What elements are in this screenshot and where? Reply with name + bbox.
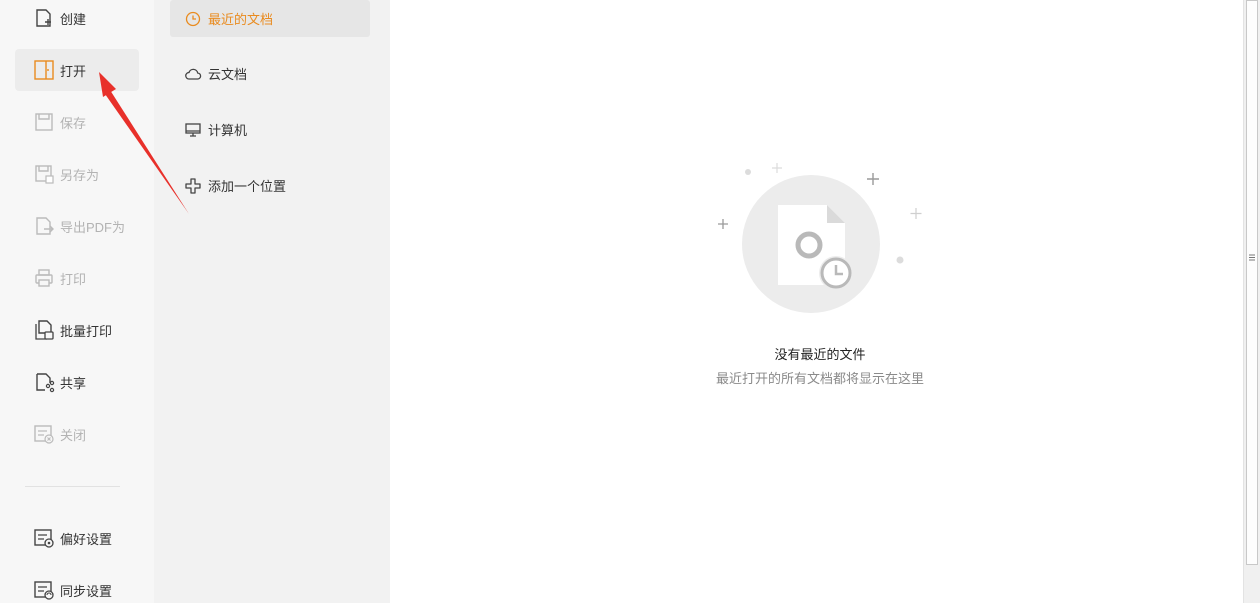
location-add-place[interactable]: 添加一个位置 — [170, 167, 370, 204]
sync-settings-label: 同步设置 — [60, 583, 113, 599]
batch-print-icon — [33, 319, 55, 341]
preferences-label: 偏好设置 — [60, 531, 113, 547]
preferences-icon — [33, 527, 55, 549]
sync-settings-button[interactable]: 同步设置 — [15, 569, 139, 611]
scrollbar-thumb[interactable] — [1246, 0, 1258, 565]
print-button[interactable]: 打印 — [15, 257, 139, 299]
recent-file-illustration — [712, 158, 932, 328]
location-panel: 最近的文档 云文档 计算机 添加一个位置 — [154, 0, 390, 603]
create-label: 创建 — [60, 11, 87, 27]
nav-divider — [25, 486, 120, 487]
save-button[interactable]: 保存 — [15, 101, 139, 143]
printer-icon — [33, 267, 55, 289]
empty-state-title: 没有最近的文件 — [774, 347, 866, 362]
empty-state-subtitle: 最近打开的所有文档都将显示在这里 — [715, 371, 924, 386]
recent-files-area: 没有最近的文件 最近打开的所有文档都将显示在这里 — [390, 0, 1243, 603]
add-place-icon — [184, 177, 202, 195]
location-computer[interactable]: 计算机 — [170, 111, 370, 148]
batch-print-label: 批量打印 — [60, 323, 113, 339]
computer-label: 计算机 — [208, 123, 248, 138]
cloud-icon — [184, 65, 202, 83]
export-pdf-button[interactable]: 导出PDF为 — [15, 205, 139, 247]
create-button[interactable]: 创建 — [15, 0, 139, 39]
location-recent-documents[interactable]: 最近的文档 — [170, 0, 370, 37]
cloud-label: 云文档 — [208, 67, 248, 82]
share-button[interactable]: 共享 — [15, 361, 139, 403]
save-label: 保存 — [60, 115, 87, 131]
recent-label: 最近的文档 — [208, 12, 274, 27]
batch-print-button[interactable]: 批量打印 — [15, 309, 139, 351]
location-cloud-documents[interactable]: 云文档 — [170, 55, 370, 92]
monitor-icon — [184, 121, 202, 139]
grip-icon — [1249, 254, 1255, 261]
save-as-label: 另存为 — [60, 167, 100, 183]
close-label: 关闭 — [60, 427, 87, 443]
export-pdf-icon — [33, 215, 55, 237]
share-icon — [33, 371, 55, 393]
open-button[interactable]: 打开 — [15, 49, 139, 91]
vertical-scrollbar[interactable] — [1243, 0, 1260, 603]
add-place-label: 添加一个位置 — [208, 179, 287, 194]
close-doc-icon — [33, 423, 55, 445]
save-as-button[interactable]: 另存为 — [15, 153, 139, 195]
save-as-icon — [33, 163, 55, 185]
sync-settings-icon — [33, 579, 55, 601]
file-menu-sidebar: 创建 打开 保存 另存为 导出PDF为 打印 批量打印 共享 关闭 偏好设置 同… — [0, 0, 154, 603]
close-button[interactable]: 关闭 — [15, 413, 139, 455]
open-book-icon — [33, 59, 55, 81]
print-label: 打印 — [60, 271, 87, 287]
open-label: 打开 — [60, 63, 87, 79]
file-plus-icon — [33, 7, 55, 29]
export-pdf-label: 导出PDF为 — [60, 219, 126, 235]
share-label: 共享 — [60, 375, 87, 391]
save-icon — [33, 111, 55, 133]
clock-icon — [184, 10, 202, 28]
preferences-button[interactable]: 偏好设置 — [15, 517, 139, 559]
